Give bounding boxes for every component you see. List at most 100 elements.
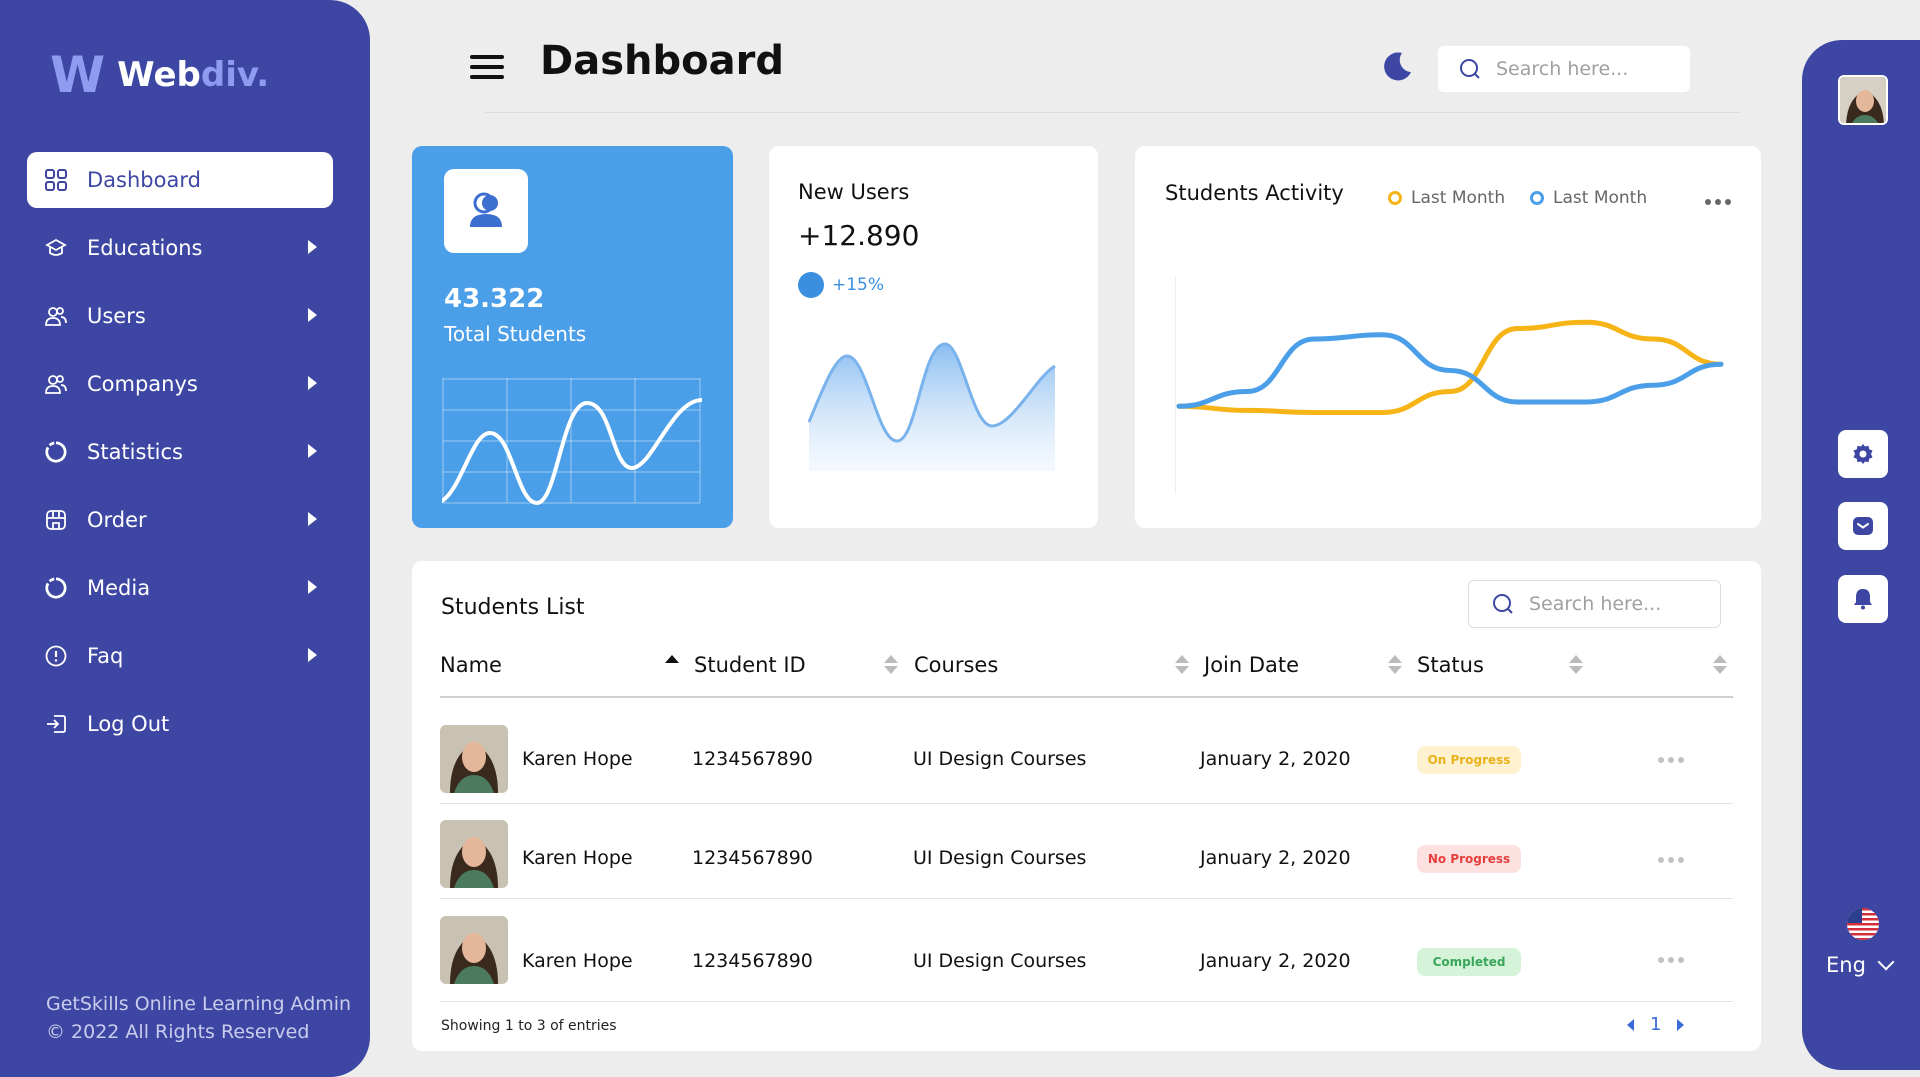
notifications-button[interactable] — [1838, 575, 1888, 623]
students-icon-box — [444, 169, 528, 253]
column-header-status[interactable]: Status — [1417, 653, 1484, 677]
dot — [1705, 199, 1711, 205]
bell-icon — [1854, 589, 1872, 610]
sidebar-item-label: Order — [87, 508, 147, 532]
sidebar-item-users[interactable]: Users — [27, 288, 333, 344]
row-divider — [440, 898, 1733, 899]
sidebar-item-logout[interactable]: Log Out — [27, 696, 333, 752]
caret-right-icon — [308, 376, 317, 390]
user-group-icon — [470, 192, 502, 227]
sidebar-item-dashboard[interactable]: Dashboard — [27, 152, 333, 208]
sidebar-item-educations[interactable]: Educations — [27, 220, 333, 276]
row-more-button[interactable] — [1658, 857, 1684, 863]
student-id: 1234567890 — [692, 847, 813, 869]
total-students-label: Total Students — [444, 322, 587, 346]
student-name: Karen Hope — [522, 950, 633, 972]
caret-right-icon — [308, 512, 317, 526]
footer-line-2: © 2022 All Rights Reserved — [46, 1021, 310, 1043]
sort-icon[interactable] — [1569, 655, 1583, 675]
caret-right-icon — [308, 648, 317, 662]
join-date: January 2, 2020 — [1200, 847, 1351, 869]
page-number[interactable]: 1 — [1650, 1014, 1661, 1035]
sidebar-item-label: Faq — [87, 644, 124, 668]
student-id: 1234567890 — [692, 748, 813, 770]
avatar — [440, 916, 508, 984]
dot — [1668, 757, 1674, 763]
sidebar-item-label: Statistics — [87, 440, 183, 464]
header-divider — [485, 112, 1740, 113]
sidebar-item-statistics[interactable]: Statistics — [27, 424, 333, 480]
caret-right-icon — [308, 444, 317, 458]
mail-icon — [1853, 517, 1873, 535]
new-users-title: New Users — [798, 180, 910, 204]
avatar — [440, 820, 508, 888]
hamburger-bar — [470, 75, 504, 79]
avatar — [440, 725, 508, 793]
row-more-button[interactable] — [1658, 757, 1684, 763]
legend-item-2: Last Month — [1530, 188, 1647, 208]
sidebar-item-media[interactable]: Media — [27, 560, 333, 616]
logo-mark: W — [50, 46, 105, 104]
profile-avatar[interactable] — [1838, 75, 1888, 125]
students-list-title: Students List — [441, 595, 585, 620]
student-name: Karen Hope — [522, 847, 633, 869]
column-header-name[interactable]: Name — [440, 653, 502, 677]
new-users-card: New Users +12.890 +15% — [769, 146, 1098, 528]
table-search-input[interactable] — [1529, 593, 1709, 615]
prev-page-icon[interactable] — [1627, 1018, 1634, 1031]
sort-icon[interactable] — [1175, 655, 1189, 675]
student-course: UI Design Courses — [913, 748, 1087, 770]
students-list-card: Students List Name Student ID Courses Jo… — [412, 561, 1761, 1051]
row-divider — [440, 1001, 1733, 1002]
status-badge: On Progress — [1417, 746, 1521, 774]
student-id: 1234567890 — [692, 950, 813, 972]
dark-mode-toggle-icon[interactable] — [1380, 50, 1414, 84]
sidebar-item-order[interactable]: Order — [27, 492, 333, 548]
search-icon — [1493, 594, 1513, 614]
total-students-card: 43.322 Total Students — [412, 146, 733, 528]
sort-icon[interactable] — [1713, 655, 1727, 675]
total-students-sparkline — [442, 378, 702, 506]
student-course: UI Design Courses — [913, 847, 1087, 869]
sidebar-nav: Dashboard Educations Users Companys Stat… — [27, 152, 333, 764]
sort-icon[interactable] — [884, 655, 898, 675]
right-rail: Eng — [1802, 40, 1920, 1070]
legend-marker-yellow — [1388, 191, 1402, 205]
dot — [1658, 857, 1664, 863]
settings-button[interactable] — [1838, 430, 1888, 478]
logo-text-main: Web — [117, 55, 201, 95]
sidebar-item-companys[interactable]: Companys — [27, 356, 333, 412]
activity-line-chart — [1175, 276, 1724, 494]
column-header-join-date[interactable]: Join Date — [1204, 653, 1299, 677]
language-selector[interactable]: Eng — [1826, 953, 1895, 977]
brand-logo[interactable]: W Webdiv. — [50, 50, 269, 100]
dot — [1678, 757, 1684, 763]
row-divider — [440, 803, 1733, 804]
messages-button[interactable] — [1838, 502, 1888, 550]
series-line-blue — [1176, 332, 1724, 409]
users-icon — [45, 373, 67, 395]
status-badge: Completed — [1417, 948, 1521, 976]
column-header-student-id[interactable]: Student ID — [694, 653, 806, 677]
sort-icon[interactable] — [665, 655, 679, 675]
column-header-courses[interactable]: Courses — [914, 653, 998, 677]
sort-icon[interactable] — [1388, 655, 1402, 675]
next-page-icon[interactable] — [1677, 1018, 1685, 1031]
row-more-button[interactable] — [1658, 957, 1684, 963]
store-icon — [45, 509, 67, 531]
dot — [1668, 957, 1674, 963]
activity-title: Students Activity — [1165, 181, 1344, 205]
sidebar-item-label: Media — [87, 576, 151, 600]
chevron-down-icon — [1877, 953, 1895, 971]
sidebar-item-label: Dashboard — [87, 168, 201, 192]
activity-more-button[interactable] — [1705, 199, 1731, 205]
dot — [1678, 957, 1684, 963]
us-flag-icon — [1847, 908, 1879, 940]
dot — [1715, 199, 1721, 205]
pie-chart-icon — [45, 577, 67, 599]
table-header-divider — [440, 696, 1733, 698]
menu-toggle-button[interactable] — [470, 55, 504, 79]
header-search-input[interactable] — [1496, 58, 1676, 80]
sidebar-item-faq[interactable]: Faq — [27, 628, 333, 684]
sidebar: W Webdiv. Dashboard Educations Users Com… — [0, 0, 370, 1077]
